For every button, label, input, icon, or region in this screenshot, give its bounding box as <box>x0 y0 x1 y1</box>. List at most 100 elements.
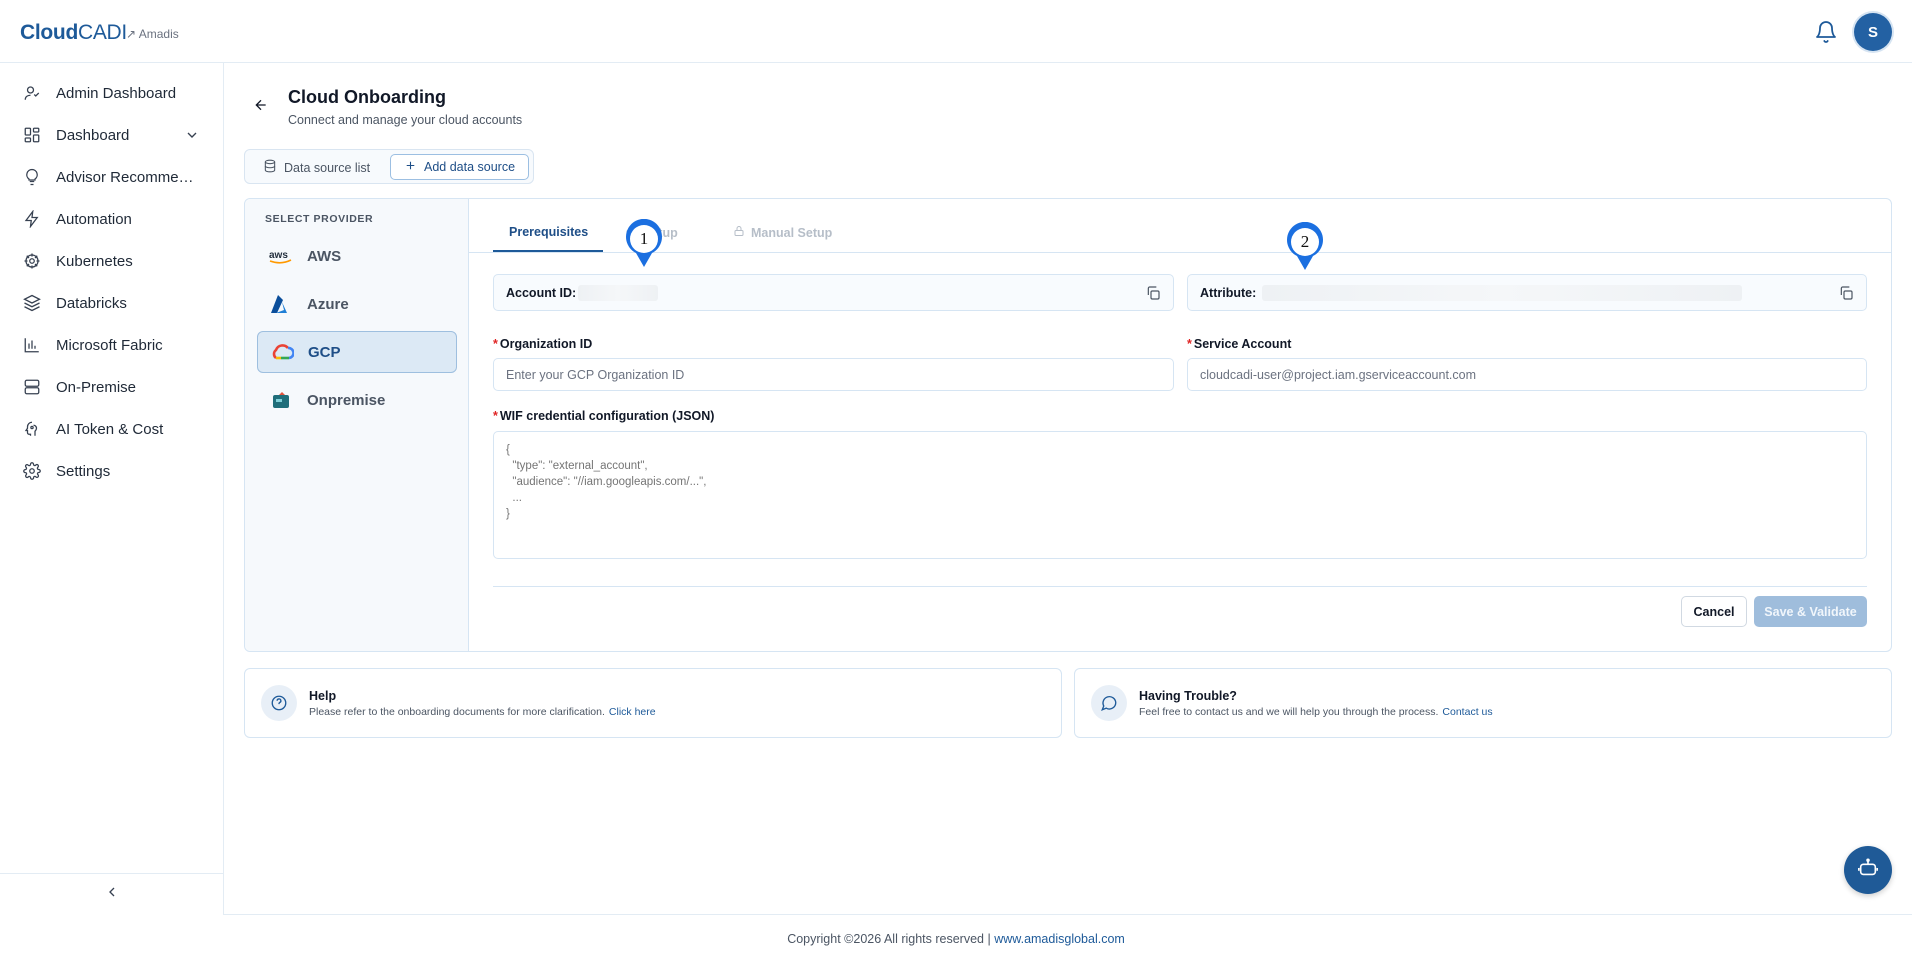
lock-icon <box>733 225 745 240</box>
copy-icon[interactable] <box>1838 285 1854 301</box>
add-data-source-button[interactable]: Add data source <box>390 154 530 180</box>
sidebar-item-label: Databricks <box>56 294 127 312</box>
sidebar-item-microsoft-fabric[interactable]: Microsoft Fabric <box>14 327 210 363</box>
tab-manual-setup[interactable]: Manual Setup <box>733 225 832 240</box>
avatar[interactable]: S <box>1854 13 1892 51</box>
back-button[interactable] <box>250 96 272 118</box>
ai-icon <box>22 419 42 439</box>
sidebar-item-advisor[interactable]: Advisor Recommendations <box>14 159 210 195</box>
provider-heading: SELECT PROVIDER <box>265 213 374 225</box>
tab-label: Manual Setup <box>751 225 833 240</box>
page-subtitle: Connect and manage your cloud accounts <box>288 113 523 127</box>
account-id-box: Account ID: <box>493 274 1174 311</box>
collapse-sidebar-button[interactable] <box>0 873 223 915</box>
bell-icon[interactable] <box>1814 20 1838 44</box>
lightbulb-icon <box>22 167 42 187</box>
annotation-number: 2 <box>1300 232 1310 251</box>
sidebar-item-label: Microsoft Fabric <box>56 336 163 354</box>
wif-config-label: * WIF credential configuration (JSON) <box>493 409 715 423</box>
help-text: Please refer to the onboarding documents… <box>309 706 656 718</box>
top-bar: CloudCADI ↗ Amadis S <box>0 0 1912 63</box>
tabs-row: Prerequisites Setup Manual Setup <box>469 199 1891 253</box>
sidebar-item-label: Admin Dashboard <box>56 84 177 102</box>
trouble-title: Having Trouble? <box>1139 689 1237 703</box>
svg-text:aws: aws <box>269 250 288 261</box>
footer: Copyright ©2026 All rights reserved | ww… <box>0 932 1912 946</box>
annotation-marker-2: 2 <box>1285 221 1325 272</box>
question-icon <box>261 685 297 721</box>
sidebar-item-label: On-Premise <box>56 378 137 396</box>
chat-icon <box>1091 685 1127 721</box>
bar-chart-icon <box>22 335 42 355</box>
azure-logo-icon <box>267 292 295 316</box>
sidebar-item-databricks[interactable]: Databricks <box>14 285 210 321</box>
attribute-value-redacted <box>1262 285 1742 301</box>
tenant-label[interactable]: ↗ Amadis <box>126 27 179 41</box>
footer-divider <box>224 914 1912 915</box>
account-id-value-redacted <box>578 285 658 301</box>
organization-id-label: * Organization ID <box>493 337 593 351</box>
account-id-label: Account ID: <box>506 286 577 300</box>
sidebar-item-admin-dashboard[interactable]: Admin Dashboard <box>14 75 210 111</box>
trouble-card: Having Trouble? Feel free to contact us … <box>1074 668 1892 738</box>
chevron-down-icon[interactable] <box>184 127 200 148</box>
grid-icon <box>22 125 42 145</box>
provider-label: GCP <box>308 343 341 361</box>
data-source-switcher: Data source list Add data source <box>244 149 534 184</box>
provider-gcp[interactable]: GCP <box>257 331 457 373</box>
service-account-input[interactable] <box>1187 358 1867 391</box>
gcp-logo-icon <box>268 340 296 364</box>
sidebar-item-automation[interactable]: Automation <box>14 201 210 237</box>
sidebar-item-on-premise[interactable]: On-Premise <box>14 369 210 405</box>
app-logo[interactable]: CloudCADI <box>20 21 127 45</box>
sidebar-item-kubernetes[interactable]: Kubernetes <box>14 243 210 279</box>
sidebar: Admin Dashboard Dashboard Advisor Recomm… <box>0 63 224 915</box>
provider-azure[interactable]: Azure <box>257 283 457 325</box>
plus-icon <box>404 159 417 175</box>
provider-onpremise[interactable]: Onpremise <box>257 379 457 421</box>
data-source-list-label: Data source list <box>284 160 371 175</box>
sidebar-item-ai-token-cost[interactable]: AI Token & Cost <box>14 411 210 447</box>
aws-logo-icon: aws <box>267 244 295 268</box>
provider-panel: SELECT PROVIDER aws AWS Azure GCP Onprem… <box>245 199 469 651</box>
page-title: Cloud Onboarding <box>288 87 446 107</box>
helm-icon <box>22 251 42 271</box>
help-card: Help Please refer to the onboarding docu… <box>244 668 1062 738</box>
contact-us-link[interactable]: Contact us <box>1442 706 1492 718</box>
sidebar-item-label: Advisor Recommendations <box>56 168 201 186</box>
click-here-link[interactable]: Click here <box>609 706 656 718</box>
organization-id-input[interactable] <box>493 358 1174 391</box>
company-website-link[interactable]: www.amadisglobal.com <box>994 932 1125 946</box>
sidebar-item-dashboard[interactable]: Dashboard <box>14 117 210 153</box>
sidebar-item-label: Automation <box>56 210 132 228</box>
arrow-left-icon <box>253 97 269 118</box>
tab-label: Prerequisites <box>509 225 589 239</box>
provider-label: Onpremise <box>307 391 386 409</box>
onboarding-card: SELECT PROVIDER aws AWS Azure GCP Onprem… <box>244 198 1892 652</box>
user-icon <box>22 83 42 103</box>
trouble-text: Feel free to contact us and we will help… <box>1139 706 1493 718</box>
sidebar-item-label: Kubernetes <box>56 252 133 270</box>
wif-config-textarea[interactable] <box>493 431 1867 559</box>
active-tab-indicator <box>493 250 603 252</box>
form-divider <box>493 586 1867 587</box>
sidebar-item-settings[interactable]: Settings <box>14 453 210 489</box>
sidebar-item-label: Dashboard <box>56 126 130 144</box>
robot-icon <box>1857 857 1879 884</box>
chevron-left-icon <box>104 884 120 905</box>
sidebar-item-label: Settings <box>56 462 111 480</box>
copyright-text: Copyright ©2026 All rights reserved | <box>787 932 991 946</box>
cancel-button[interactable]: Cancel <box>1681 596 1747 627</box>
save-validate-button[interactable]: Save & Validate <box>1754 596 1867 627</box>
chatbot-button[interactable] <box>1844 846 1892 894</box>
copy-icon[interactable] <box>1145 285 1161 301</box>
provider-aws[interactable]: aws AWS <box>257 235 457 277</box>
bolt-icon <box>22 209 42 229</box>
sidebar-item-label: AI Token & Cost <box>56 420 164 438</box>
provider-label: AWS <box>307 247 342 265</box>
service-account-label: * Service Account <box>1187 337 1292 351</box>
annotation-marker-1: 1 <box>624 218 664 269</box>
data-source-list-button[interactable]: Data source list <box>263 159 370 176</box>
tab-prerequisites[interactable]: Prerequisites <box>509 225 588 239</box>
attribute-box: Attribute: <box>1187 274 1867 311</box>
